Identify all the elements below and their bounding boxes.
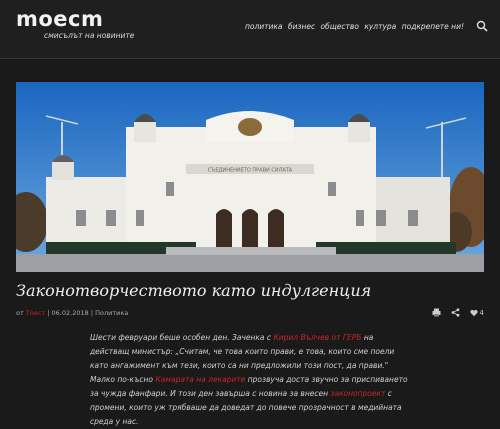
category-link[interactable]: Политика bbox=[95, 309, 128, 317]
site-logo[interactable]: moecm bbox=[16, 7, 103, 31]
nav-item-society[interactable]: общество bbox=[321, 22, 359, 31]
article-actions: 4 bbox=[432, 308, 484, 317]
article-meta: от Тоест | 06.02.2018 | Политика bbox=[16, 309, 128, 317]
article-date: 06.02.2018 bbox=[51, 309, 89, 317]
nav-item-support[interactable]: подкрепете ни! bbox=[402, 22, 464, 31]
article-title: Законотворчеството като индулгенция bbox=[16, 281, 372, 300]
article-body: Шести февруари беше особен ден. Заченка … bbox=[90, 331, 410, 429]
by-label: от bbox=[16, 309, 24, 317]
search-icon[interactable] bbox=[476, 20, 488, 32]
site-tagline: смисълът на новините bbox=[44, 31, 135, 40]
body-link[interactable]: законопроект bbox=[330, 389, 385, 398]
nav-item-culture[interactable]: култура bbox=[364, 22, 396, 31]
like-button[interactable]: 4 bbox=[469, 308, 484, 317]
hero-image: СЪЕДИНЕНИЕТО ПРАВИ СИЛАТА bbox=[16, 82, 484, 272]
nav-item-politics[interactable]: политика bbox=[245, 22, 283, 31]
author-link[interactable]: Тоест bbox=[26, 309, 45, 317]
meta-separator: | bbox=[47, 309, 50, 317]
building-inscription: СЪЕДИНЕНИЕТО ПРАВИ СИЛАТА bbox=[208, 168, 293, 174]
main-nav: политика бизнес общество култура подкреп… bbox=[245, 22, 464, 31]
nav-item-business[interactable]: бизнес bbox=[288, 22, 315, 31]
body-text-segment: Шести февруари беше особен ден. Заченка … bbox=[90, 333, 272, 342]
body-link[interactable]: Кирил Вълчев от ГЕРБ bbox=[273, 333, 361, 342]
like-count: 4 bbox=[479, 308, 484, 317]
print-icon[interactable] bbox=[432, 308, 441, 317]
parliament-building-photo: СЪЕДИНЕНИЕТО ПРАВИ СИЛАТА bbox=[16, 82, 484, 272]
heart-icon bbox=[469, 309, 478, 316]
site-header: moecm смисълът на новините политика бизн… bbox=[0, 0, 500, 59]
share-icon[interactable] bbox=[451, 308, 460, 317]
body-link[interactable]: Камарата на лекарите bbox=[155, 375, 245, 384]
meta-separator: | bbox=[90, 309, 94, 317]
